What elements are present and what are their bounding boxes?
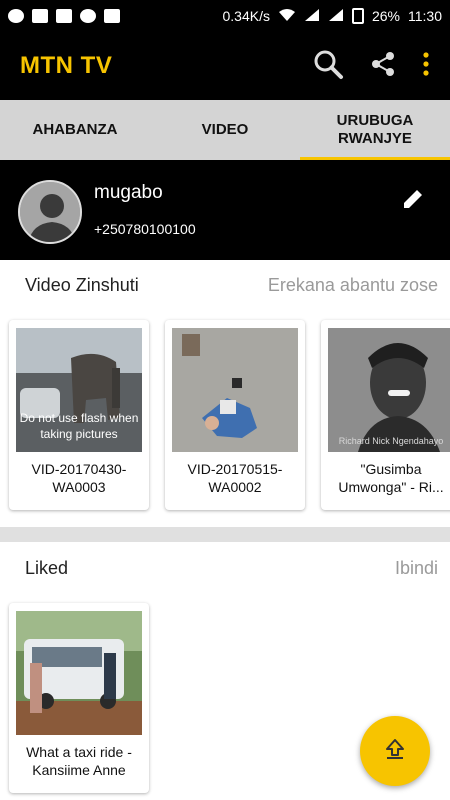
- tab-bar: AHABANZA VIDEO URUBUGA RWANJYE: [0, 100, 450, 160]
- video-title: VID-20170430-WA0003: [31, 461, 127, 495]
- video-card[interactable]: What a taxi ride - Kansiime Anne: [9, 603, 149, 793]
- video-title: "Gusimba Umwonga" - Ri...: [338, 461, 444, 495]
- status-bar: 0.34K/s 26% 11:30: [0, 0, 450, 32]
- more-link[interactable]: Ibindi: [395, 558, 438, 579]
- app-title: MTN TV: [20, 52, 113, 79]
- section-divider: [0, 527, 450, 542]
- video-card[interactable]: Do not use flash when taking pictures VI…: [9, 320, 149, 510]
- battery-icon: [351, 8, 364, 24]
- video-overlay-text: Do not use flash when taking pictures: [19, 411, 139, 441]
- friends-videos-heading: Video Zinshuti: [25, 274, 139, 295]
- app-bar: MTN TV: [0, 32, 450, 100]
- video-title: VID-20170515-WA0002: [187, 461, 283, 495]
- video-thumbnail: Richard Nick Ngendahayo: [328, 328, 450, 452]
- clock: 11:30: [408, 8, 442, 24]
- edit-icon[interactable]: [402, 188, 424, 215]
- tab-ahabanza[interactable]: AHABANZA: [0, 100, 150, 160]
- video-card[interactable]: VID-20170515-WA0002: [165, 320, 305, 510]
- message-icon: [104, 9, 120, 23]
- video-watermark: Richard Nick Ngendahayo: [338, 436, 444, 446]
- search-icon[interactable]: [312, 48, 344, 85]
- video-thumbnail: [16, 611, 142, 735]
- show-all-link[interactable]: Erekana abantu zose: [268, 275, 438, 296]
- video-card[interactable]: Richard Nick Ngendahayo "Gusimba Umwonga…: [321, 320, 450, 510]
- whatsapp-icon: [80, 9, 96, 23]
- network-speed: 0.34K/s: [222, 8, 270, 24]
- signal-icon: [328, 8, 344, 25]
- tab-video[interactable]: VIDEO: [150, 100, 300, 160]
- profile-phone: +250780100100: [94, 221, 196, 237]
- profile-header: mugabo +250780100100: [0, 160, 450, 260]
- share-icon[interactable]: [370, 51, 396, 82]
- upload-icon: [383, 737, 407, 766]
- signal-icon: [304, 8, 320, 25]
- video-thumbnail: Do not use flash when taking pictures: [16, 328, 142, 452]
- liked-header: Liked Ibindi: [0, 543, 450, 593]
- video-title: What a taxi ride - Kansiime Anne: [26, 744, 132, 778]
- avatar[interactable]: [18, 180, 82, 244]
- battery-level: 26%: [371, 8, 400, 24]
- video-thumbnail: [172, 328, 298, 452]
- wifi-icon: [278, 8, 296, 25]
- shield-icon: [32, 9, 48, 23]
- profile-name: mugabo: [94, 182, 163, 203]
- tab-urubuga-rwanjye-label: URUBUGA RWANJYE: [336, 112, 414, 147]
- more-vert-icon[interactable]: [422, 51, 430, 81]
- liked-heading: Liked: [25, 557, 69, 578]
- image-icon: [56, 9, 72, 23]
- tab-urubuga-rwanjye[interactable]: URUBUGA RWANJYE: [300, 100, 450, 160]
- notification-icon: [8, 9, 24, 23]
- friends-videos-header: Video Zinshuti Erekana abantu zose: [0, 260, 450, 310]
- upload-button[interactable]: [360, 716, 430, 786]
